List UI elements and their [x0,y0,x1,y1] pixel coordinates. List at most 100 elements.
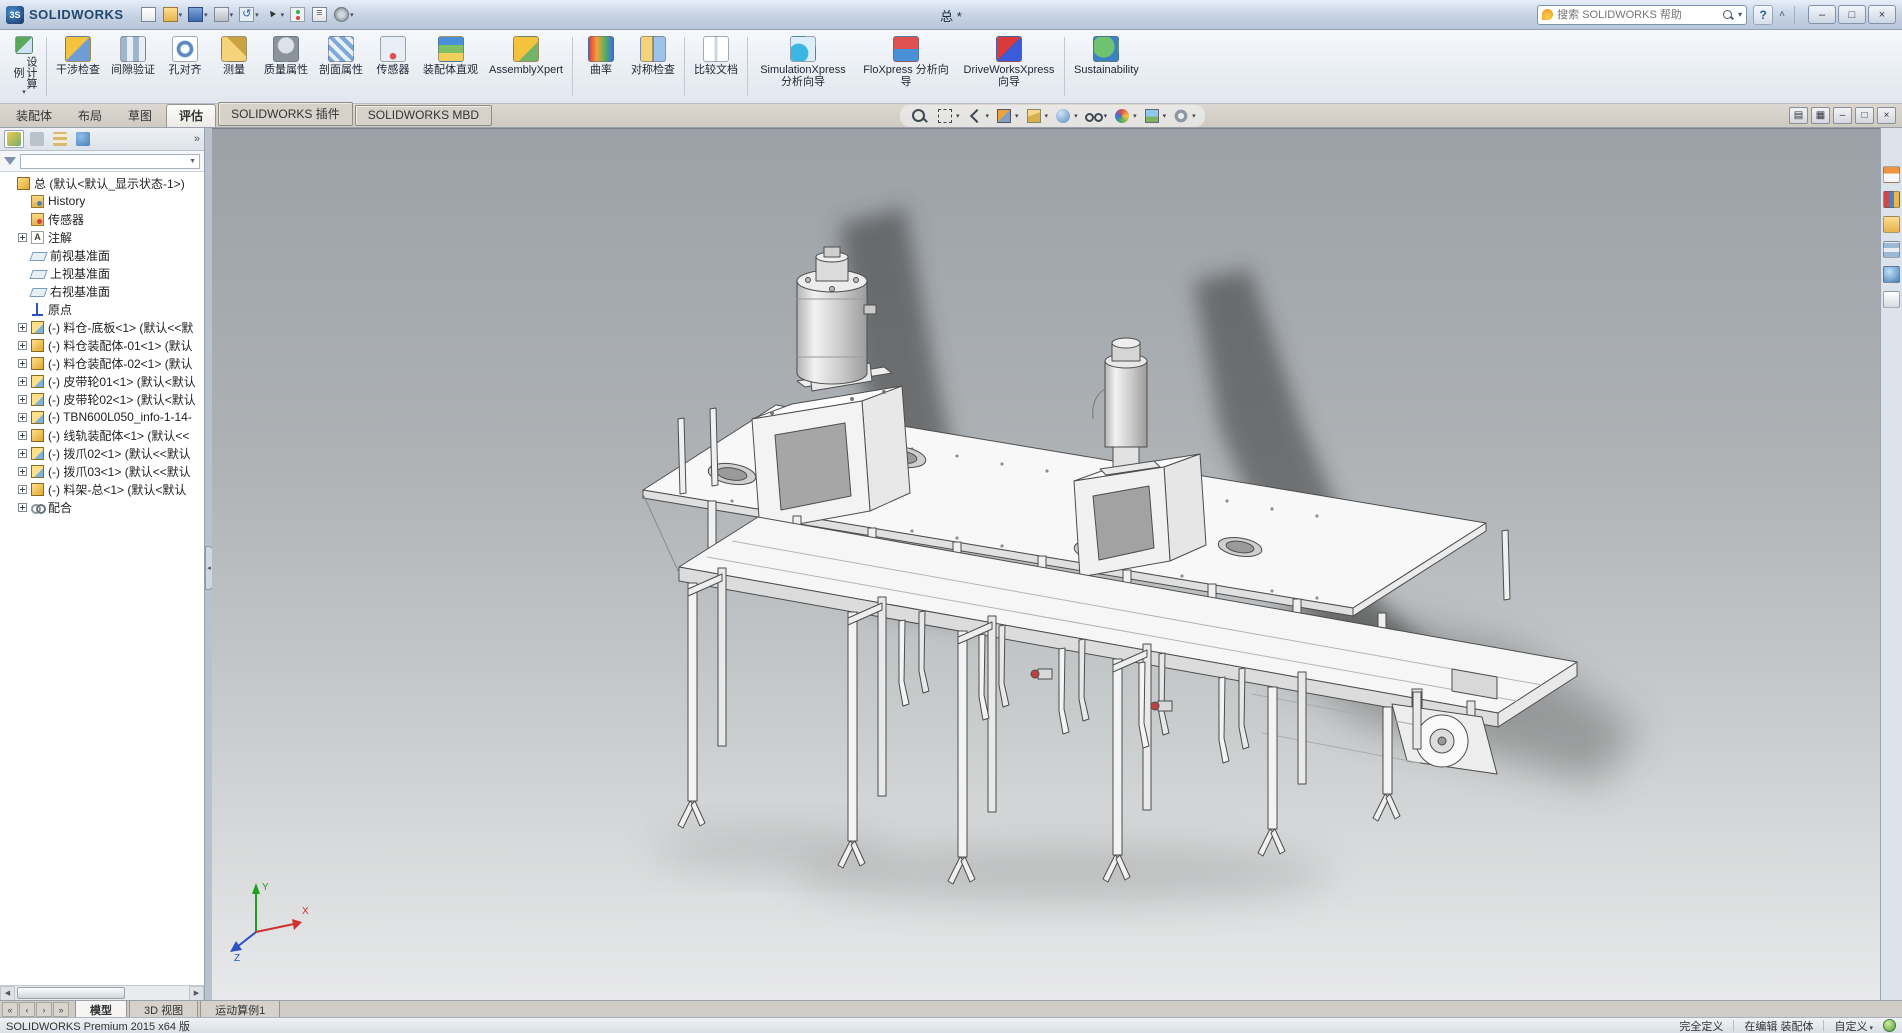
view-tool-button[interactable] [908,106,931,126]
view-tool-button[interactable]: ▾ [1141,106,1168,126]
ribbon-tab[interactable]: 评估 [166,104,216,127]
view-tool-button[interactable]: ▾ [964,106,991,126]
tree-item[interactable]: 上视基准面 [0,264,204,282]
solidworks-resources-icon[interactable] [1883,166,1900,183]
panel-overflow-chevron[interactable]: » [194,133,200,145]
ribbon-button[interactable]: 质量属性 [259,33,313,100]
last-tab-button[interactable]: » [53,1002,69,1017]
ribbon-button[interactable] [572,37,573,96]
tile-horizontal-icon[interactable]: ▤ [1789,107,1808,124]
tree-item[interactable]: 注解 [0,228,204,246]
view-tool-button[interactable]: ▾ [1111,106,1138,126]
view-tool-button[interactable]: ▾ [1170,106,1197,126]
ribbon-tab[interactable]: SOLIDWORKS MBD [355,105,492,126]
ribbon-button[interactable]: 曲率 [577,33,625,100]
view-tool-button[interactable]: ▾ [993,106,1020,126]
quick-tool-button[interactable] [287,5,309,24]
ribbon-tab[interactable]: 布局 [66,105,114,127]
expand-toggle[interactable] [18,503,27,512]
expand-toggle[interactable] [18,341,27,350]
prev-tab-button[interactable]: ‹ [19,1002,35,1017]
next-tab-button[interactable]: › [36,1002,52,1017]
expand-toggle[interactable] [18,359,27,368]
quick-tool-button[interactable] [138,5,160,24]
ribbon-button[interactable]: Sustainability [1069,33,1144,100]
ribbon-tab[interactable]: 装配体 [4,105,64,127]
ribbon-button[interactable]: 剖面属性 [314,33,368,100]
panel-tab[interactable] [27,130,47,148]
expand-toggle[interactable] [18,449,27,458]
filter-funnel-icon[interactable] [4,157,16,165]
quick-tool-button[interactable]: ▾ [185,5,211,24]
ribbon-button[interactable]: 设计算例 ▾ [6,33,42,100]
quick-tool-button[interactable]: ▾ [211,5,237,24]
view-tool-button[interactable]: ▾ [1023,106,1050,126]
tree-filter-input[interactable]: ▼ [20,154,200,169]
quick-tool-button[interactable]: ▾ [331,5,357,24]
tree-item[interactable]: (-) 皮带轮01<1> (默认<默认 [0,372,204,390]
ribbon-button[interactable]: 传感器 [369,33,417,100]
ribbon-tab[interactable]: SOLIDWORKS 插件 [218,102,353,126]
ribbon-button[interactable]: AssemblyXpert [484,33,568,100]
ribbon-tab[interactable]: 草图 [116,105,164,127]
tree-item[interactable]: (-) 料仓-底板<1> (默认<<默 [0,318,204,336]
view-tool-button[interactable]: ▾ [934,106,961,126]
tree-item[interactable]: 总 (默认<默认_显示状态-1>) [0,174,204,192]
ribbon-button[interactable] [1064,37,1065,96]
help-search-box[interactable]: ▾ [1537,5,1747,25]
ribbon-button[interactable]: FloXpress 分析向导 [855,33,957,100]
restore-window-icon[interactable]: □ [1855,107,1874,124]
ribbon-button[interactable]: 比较文档 [689,33,743,100]
close-button[interactable]: × [1868,5,1896,24]
ribbon-button[interactable]: 装配体直观 [418,33,483,100]
view-palette-icon[interactable] [1883,241,1900,258]
tree-item[interactable]: (-) 线轨装配体<1> (默认<< [0,426,204,444]
ribbon-button[interactable]: 间隙验证 [106,33,160,100]
tree-item[interactable]: (-) 料架-总<1> (默认<默认 [0,480,204,498]
ribbon-button[interactable] [46,37,47,96]
custom-properties-icon[interactable] [1883,291,1900,308]
tree-item[interactable]: 前视基准面 [0,246,204,264]
tree-item[interactable]: (-) 料仓装配体-01<1> (默认 [0,336,204,354]
ribbon-button[interactable]: 测量 [210,33,258,100]
minimize-window-icon[interactable]: – [1833,107,1852,124]
expand-toggle[interactable] [18,395,27,404]
scrollbar-thumb[interactable] [17,987,125,999]
filter-dropdown-icon[interactable]: ▼ [189,158,196,165]
tree-item[interactable]: 传感器 [0,210,204,228]
tile-vertical-icon[interactable]: ▦ [1811,107,1830,124]
tree-item[interactable]: (-) 拨爪02<1> (默认<<默认 [0,444,204,462]
ribbon-button[interactable] [747,37,748,96]
file-explorer-icon[interactable] [1883,216,1900,233]
design-library-icon[interactable] [1883,191,1900,208]
status-units-dropdown[interactable]: 自定义▾ [1834,1018,1873,1033]
scroll-left-icon[interactable]: ◀ [0,986,15,1001]
panel-tab[interactable] [50,130,70,148]
expand-toggle[interactable] [18,413,27,422]
quick-tips-icon[interactable] [1883,1019,1896,1032]
tree-item[interactable]: 原点 [0,300,204,318]
view-tool-button[interactable]: ▾ [1082,106,1109,126]
maximize-button[interactable]: □ [1838,5,1866,24]
ribbon-button[interactable] [684,37,685,96]
expand-toggle[interactable] [18,233,27,242]
appearances-scenes-icon[interactable] [1883,266,1900,283]
collapse-ribbon-icon[interactable]: ˄ [1779,9,1785,20]
view-tool-button[interactable]: ▾ [1052,106,1079,126]
ribbon-button[interactable]: 干涉检查 [51,33,105,100]
expand-toggle[interactable] [18,431,27,440]
ribbon-button[interactable]: SimulationXpress 分析向导 [752,33,854,100]
tree-item[interactable]: 右视基准面 [0,282,204,300]
expand-toggle[interactable] [18,467,27,476]
panel-tab[interactable] [73,130,93,148]
first-tab-button[interactable]: « [2,1002,18,1017]
graphics-viewport[interactable]: Y X Z [212,128,1880,1000]
tree-item[interactable]: (-) 皮带轮02<1> (默认<默认 [0,390,204,408]
help-button[interactable]: ? [1753,5,1773,25]
panel-tab[interactable] [4,130,24,148]
expand-toggle[interactable] [18,485,27,494]
search-dropdown-icon[interactable]: ▾ [1738,10,1742,19]
tree-item[interactable]: (-) TBN600L050_info-1-14- [0,408,204,426]
tree-item[interactable]: History [0,192,204,210]
ribbon-button[interactable]: 孔对齐 [161,33,209,100]
